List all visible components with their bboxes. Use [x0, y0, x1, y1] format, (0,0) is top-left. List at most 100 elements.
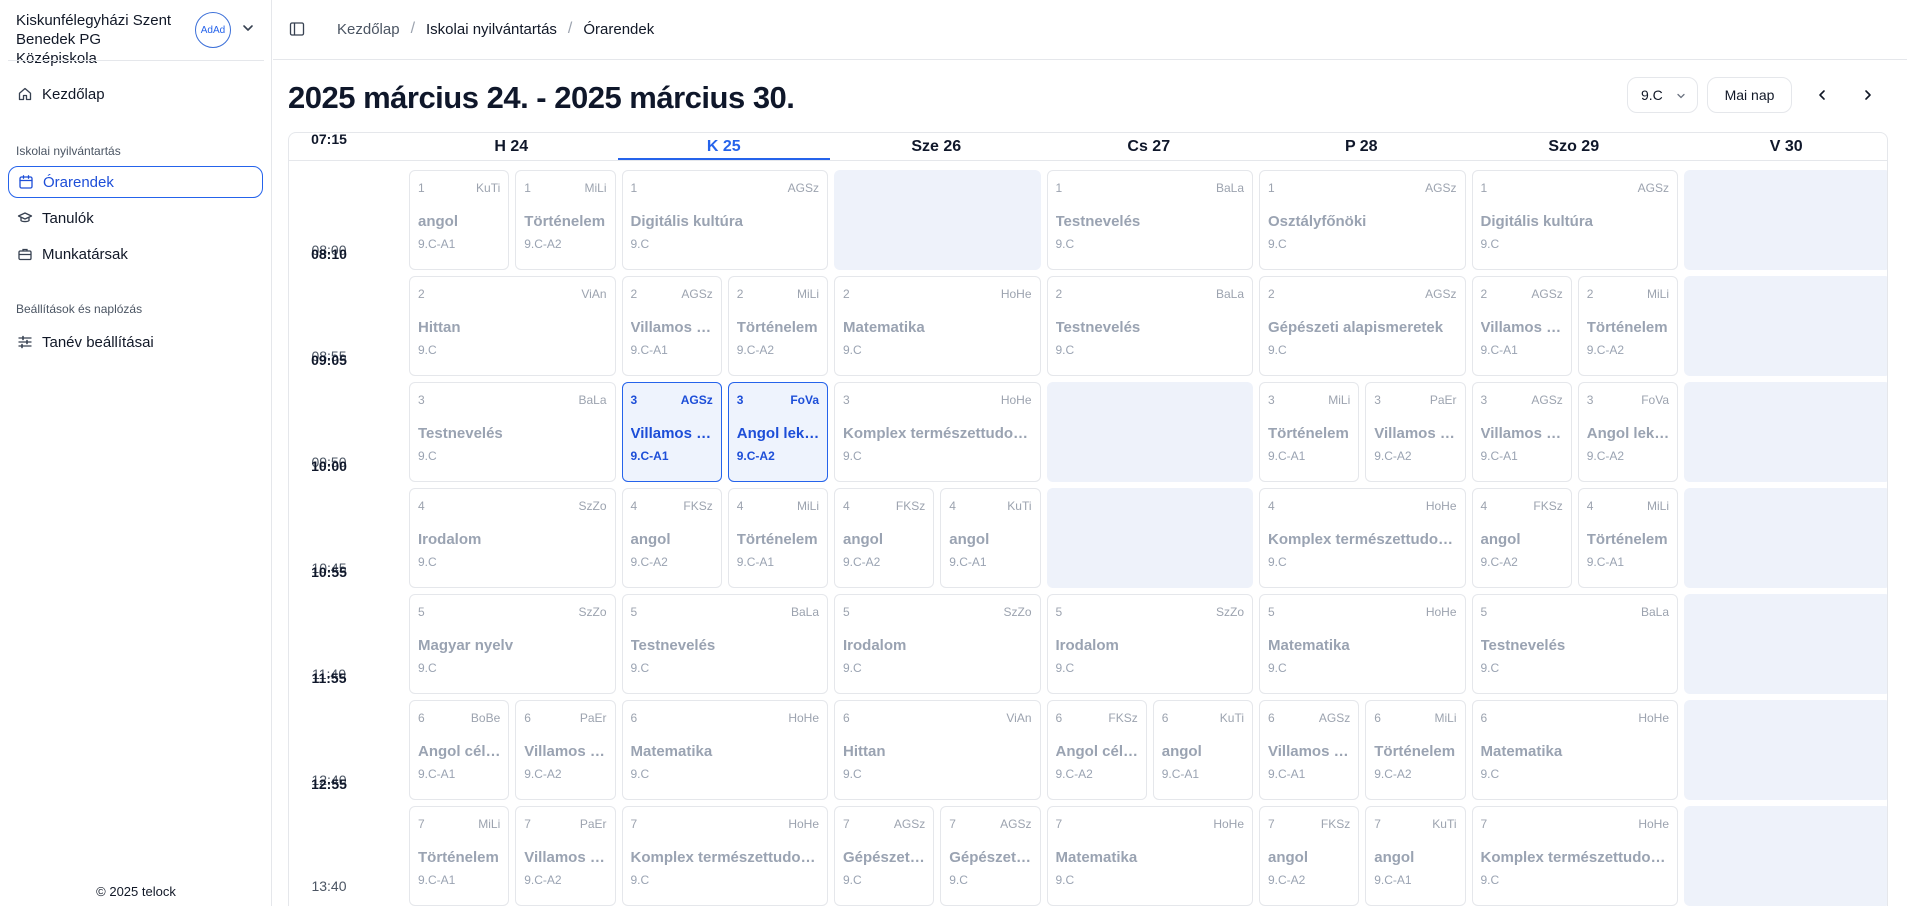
- sidebar-item-label: Munkatársak: [42, 245, 128, 263]
- empty-slot[interactable]: [1684, 488, 1887, 588]
- lesson-card[interactable]: 1 AGSz Digitális kultúra 9.C: [1471, 170, 1678, 270]
- empty-slot[interactable]: [1684, 382, 1887, 482]
- lesson-card[interactable]: 3 MiLi Történelem 9.C-A1: [1259, 382, 1360, 482]
- sidebar-item-staff[interactable]: Munkatársak: [8, 238, 263, 270]
- lesson-card[interactable]: 2 HoHe Matematika 9.C: [834, 276, 1041, 376]
- sidebar-item-year-settings[interactable]: Tanév beállításai: [8, 326, 263, 358]
- breadcrumb-home[interactable]: Kezdőlap: [337, 21, 400, 38]
- lesson-card[interactable]: 1 AGSz Osztályfőnöki 9.C: [1259, 170, 1466, 270]
- lesson-card[interactable]: 4 FKSz angol 9.C-A2: [834, 488, 935, 588]
- sliders-icon: [17, 334, 33, 350]
- empty-slot[interactable]: [1684, 700, 1887, 800]
- today-button[interactable]: Mai nap: [1707, 77, 1792, 113]
- empty-slot[interactable]: [1684, 170, 1887, 270]
- lesson-card[interactable]: 5 SzZo Irodalom 9.C: [834, 594, 1041, 694]
- lesson-card[interactable]: 3 AGSz Villamos alapismeretek 9.C-A1: [1471, 382, 1572, 482]
- lesson-card[interactable]: 3 PaEr Villamos alapismeretek 9.C-A2: [1365, 382, 1466, 482]
- group-name: 9.C: [418, 661, 437, 675]
- toggle-sidebar-icon[interactable]: [289, 21, 305, 37]
- lesson-card[interactable]: 6 KuTi angol 9.C-A1: [1152, 700, 1253, 800]
- empty-slot[interactable]: [834, 170, 1041, 270]
- lesson-card[interactable]: 4 FKSz angol 9.C-A2: [621, 488, 722, 588]
- next-week-button[interactable]: [1857, 84, 1879, 106]
- lesson-card[interactable]: 3 HoHe Komplex természettudomány 9.C: [834, 382, 1041, 482]
- lesson-card[interactable]: 4 MiLi Történelem 9.C-A1: [1577, 488, 1678, 588]
- day-header[interactable]: K 25: [617, 133, 830, 160]
- lesson-card[interactable]: 2 BaLa Testnevelés 9.C: [1046, 276, 1253, 376]
- lesson-number: 3: [418, 393, 425, 407]
- prev-week-button[interactable]: [1811, 84, 1833, 106]
- lesson-number: 6: [1161, 711, 1169, 725]
- lesson-card[interactable]: 2 MiLi Történelem 9.C-A2: [727, 276, 828, 376]
- lesson-card[interactable]: 5 BaLa Testnevelés 9.C: [621, 594, 828, 694]
- day-header[interactable]: Sze 26: [830, 133, 1043, 160]
- lesson-card[interactable]: 2 AGSz Villamos alapismeretek 9.C-A1: [621, 276, 722, 376]
- lesson-card[interactable]: 6 PaEr Villamos alapismeretek 9.C-A2: [515, 700, 616, 800]
- lesson-card[interactable]: 4 FKSz angol 9.C-A2: [1471, 488, 1572, 588]
- lesson-card[interactable]: 7 HoHe Komplex természettudomány 9.C: [1471, 806, 1678, 906]
- sidebar-item-timetables[interactable]: Órarendek: [8, 166, 263, 198]
- lesson-card[interactable]: 7 HoHe Komplex természettudomány 9.C: [621, 806, 828, 906]
- lesson-card[interactable]: 3 BaLa Testnevelés 9.C: [409, 382, 616, 482]
- lesson-card[interactable]: 3 FoVa Angol lektorálás 9.C-A2: [1577, 382, 1678, 482]
- empty-slot[interactable]: [1046, 488, 1253, 588]
- lesson-card[interactable]: 5 SzZo Irodalom 9.C: [1046, 594, 1253, 694]
- lesson-card[interactable]: 1 KuTi angol 9.C-A1: [409, 170, 510, 270]
- empty-slot[interactable]: [1046, 382, 1253, 482]
- lesson-card[interactable]: 2 MiLi Történelem 9.C-A2: [1577, 276, 1678, 376]
- period-start-time: 09:05: [311, 352, 347, 368]
- lesson-card[interactable]: 7 FKSz angol 9.C-A2: [1259, 806, 1360, 906]
- group-name: 9.C: [630, 767, 650, 781]
- breadcrumb-records[interactable]: Iskolai nyilvántartás: [426, 21, 557, 38]
- lesson-card[interactable]: 4 KuTi angol 9.C-A1: [940, 488, 1041, 588]
- lesson-card[interactable]: 3 AGSz Villamos alapismeretek 9.C-A1: [621, 382, 722, 482]
- lesson-card[interactable]: 6 HoHe Matematika 9.C: [621, 700, 828, 800]
- lesson-card[interactable]: 7 HoHe Matematika 9.C: [1046, 806, 1253, 906]
- lesson-card[interactable]: 5 BaLa Testnevelés 9.C: [1471, 594, 1678, 694]
- sidebar-item-students[interactable]: Tanulók: [8, 202, 263, 234]
- lesson-card[interactable]: 6 BoBe Angol célnyelvi 9.C-A1: [409, 700, 510, 800]
- day-header[interactable]: V 30: [1680, 133, 1887, 160]
- lesson-card[interactable]: 3 FoVa Angol lektorálás 9.C-A2: [727, 382, 828, 482]
- lesson-card[interactable]: 1 AGSz Digitális kultúra 9.C: [621, 170, 828, 270]
- lesson-card[interactable]: 6 AGSz Villamos alapismeretek 9.C-A1: [1259, 700, 1360, 800]
- subject-name: angol: [949, 531, 990, 548]
- lesson-card[interactable]: 2 AGSz Gépészeti alapismeretek 9.C: [1259, 276, 1466, 376]
- empty-slot[interactable]: [1684, 806, 1887, 906]
- period-end-time: 13:40: [311, 878, 347, 894]
- lesson-card[interactable]: 6 MiLi Történelem 9.C-A2: [1365, 700, 1466, 800]
- lesson-card[interactable]: 1 MiLi Történelem 9.C-A2: [515, 170, 616, 270]
- day-header[interactable]: Szo 29: [1468, 133, 1681, 160]
- lesson-card[interactable]: 7 AGSz Gépészeti alapismeretek 9.C: [940, 806, 1041, 906]
- group-name: 9.C-A2: [1055, 767, 1093, 781]
- empty-slot[interactable]: [1684, 276, 1887, 376]
- lesson-card[interactable]: 7 AGSz Gépészeti alapismeretek 9.C: [834, 806, 935, 906]
- sidebar-item-home[interactable]: Kezdőlap: [8, 78, 263, 110]
- lesson-card[interactable]: 6 HoHe Matematika 9.C: [1471, 700, 1678, 800]
- avatar[interactable]: AdAd: [195, 12, 231, 48]
- chevron-down-icon[interactable]: [240, 20, 256, 36]
- lesson-card[interactable]: 5 SzZo Magyar nyelv 9.C: [409, 594, 616, 694]
- lesson-number: 2: [418, 287, 425, 301]
- lesson-card[interactable]: 2 AGSz Villamos alapismeretek 9.C-A1: [1471, 276, 1572, 376]
- day-header[interactable]: Cs 27: [1043, 133, 1256, 160]
- lesson-card[interactable]: 2 ViAn Hittan 9.C: [409, 276, 616, 376]
- lesson-card[interactable]: 7 MiLi Történelem 9.C-A1: [409, 806, 510, 906]
- day-header[interactable]: P 28: [1255, 133, 1468, 160]
- subject-name: Digitális kultúra: [1480, 213, 1594, 230]
- lesson-card[interactable]: 6 ViAn Hittan 9.C: [834, 700, 1041, 800]
- top-bar: Kezdőlap / Iskolai nyilvántartás / Órare…: [273, 0, 1907, 60]
- lesson-card[interactable]: 1 BaLa Testnevelés 9.C: [1046, 170, 1253, 270]
- lesson-card[interactable]: 4 HoHe Komplex természettudomány 9.C: [1259, 488, 1466, 588]
- lesson-card[interactable]: 7 PaEr Villamos alapismeretek 9.C-A2: [515, 806, 616, 906]
- empty-slot[interactable]: [1684, 594, 1887, 694]
- lesson-card[interactable]: 4 MiLi Történelem 9.C-A1: [727, 488, 828, 588]
- lesson-card[interactable]: 5 HoHe Matematika 9.C: [1259, 594, 1466, 694]
- subject-name: Osztályfőnöki: [1268, 213, 1367, 230]
- day-header[interactable]: H 24: [405, 133, 618, 160]
- class-select[interactable]: 9.C: [1627, 77, 1698, 113]
- lesson-card[interactable]: 6 FKSz Angol célnyelvi 9.C-A2: [1046, 700, 1147, 800]
- lesson-number: 2: [1480, 287, 1488, 301]
- lesson-card[interactable]: 7 KuTi angol 9.C-A1: [1365, 806, 1466, 906]
- lesson-card[interactable]: 4 SzZo Irodalom 9.C: [409, 488, 616, 588]
